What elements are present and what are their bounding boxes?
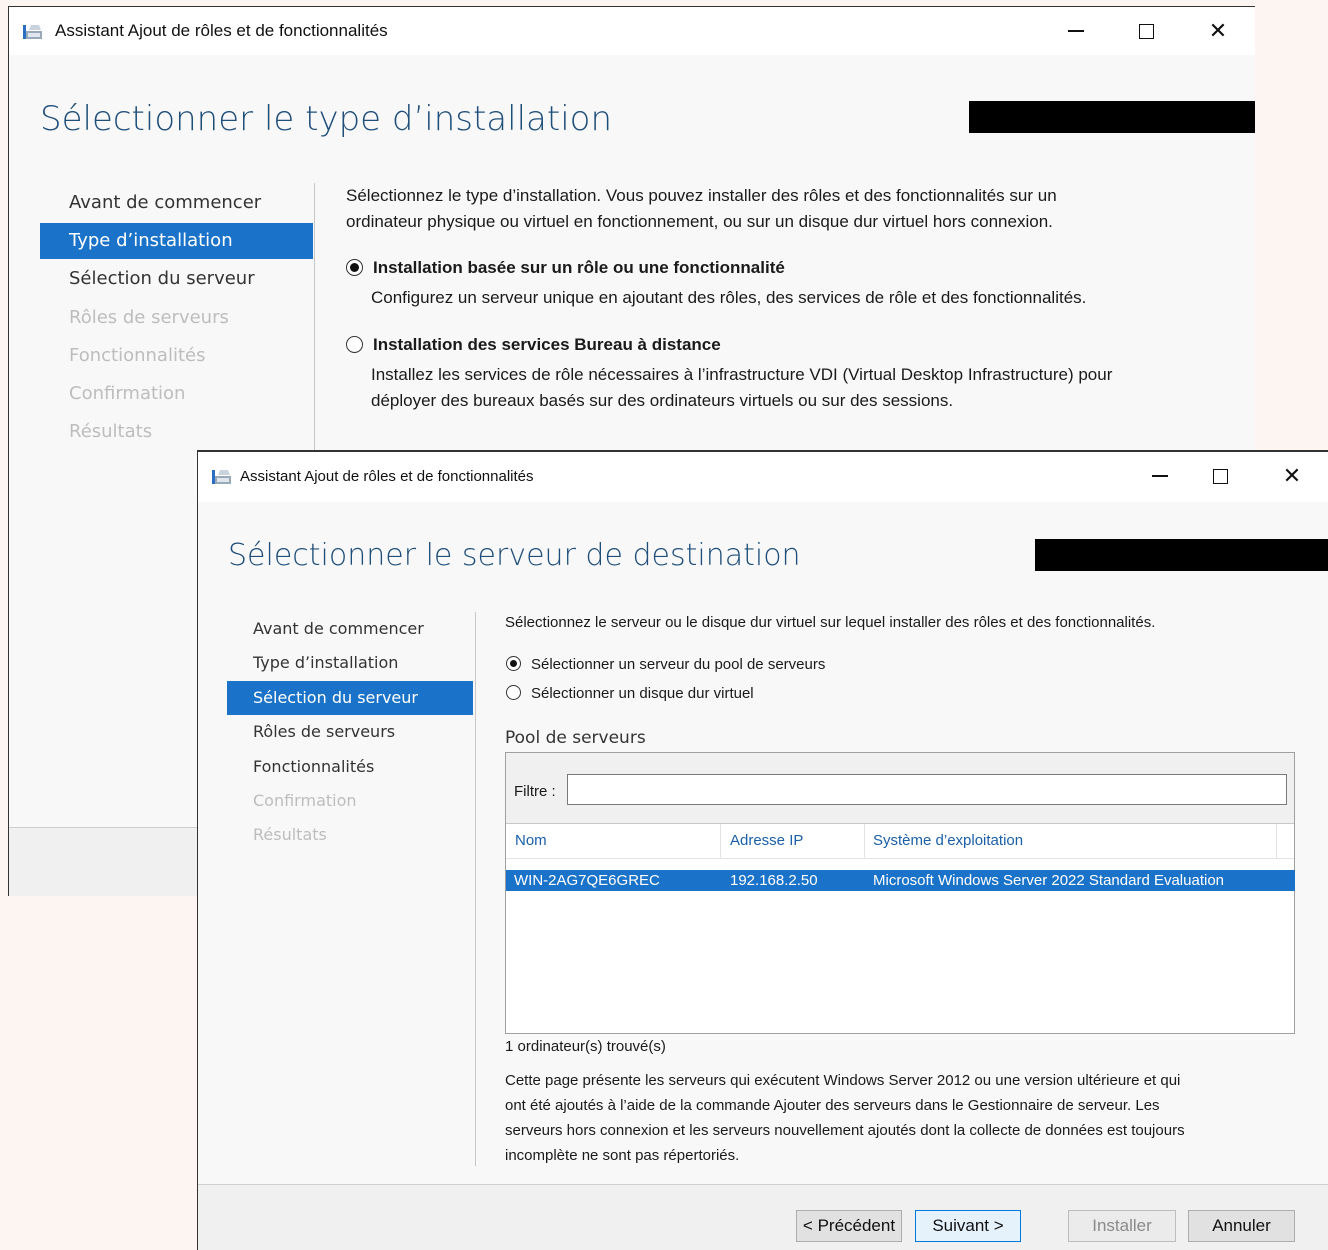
option-remote-desktop-label: Installation des services Bureau à dista… [373, 335, 721, 354]
cancel-button[interactable]: Annuler [1188, 1210, 1295, 1242]
option-remote-desktop-description: déployer des bureaux basés sur des ordin… [371, 391, 954, 410]
cell-server-name: WIN-2AG7QE6GREC [514, 872, 660, 889]
close-button[interactable]: ✕ [1184, 7, 1252, 55]
close-icon: ✕ [1208, 18, 1228, 44]
nav-divider [475, 612, 476, 1166]
redacted-server-name [1035, 539, 1328, 571]
radio-remote-desktop[interactable] [346, 335, 363, 353]
installation-type-content: Sélectionnez le type d’installation. Vou… [346, 183, 1226, 414]
title-bar: Assistant Ajout de rôles et de fonctionn… [198, 452, 1328, 502]
nav-item[interactable]: Type d’installation [40, 223, 313, 260]
intro-text: ordinateur physique ou virtuel en foncti… [346, 212, 1053, 231]
nav-item: Résultats [69, 421, 153, 443]
option-server-pool-label: Sélectionner un serveur du pool de serve… [531, 656, 826, 673]
minimize-button[interactable] [1126, 452, 1194, 500]
option-virtual-disk-label: Sélectionner un disque dur virtuel [531, 685, 754, 702]
title-bar: Assistant Ajout de rôles et de fonctionn… [9, 7, 1255, 55]
nav-item[interactable]: Sélection du serveur [40, 261, 313, 297]
info-note-line: incomplète ne sont pas répertoriés. [505, 1147, 740, 1164]
option-role-based-label: Installation basée sur un rôle ou une fo… [373, 258, 785, 277]
nav-item: Confirmation [69, 383, 186, 404]
filter-input[interactable] [567, 774, 1287, 805]
column-divider[interactable] [864, 824, 865, 858]
server-pool-panel: Filtre : Nom Adresse IP Système d’exploi… [505, 752, 1295, 1034]
maximize-button[interactable] [1186, 452, 1254, 500]
intro-text: Sélectionnez le serveur ou le disque dur… [505, 614, 1156, 631]
option-role-based[interactable]: Installation basée sur un rôle ou une fo… [346, 255, 1226, 281]
table-row[interactable]: WIN-2AG7QE6GREC 192.168.2.50 Microsoft W… [506, 870, 1295, 891]
nav-item[interactable]: Type d’installation [227, 646, 473, 680]
nav-item: Rôles de serveurs [69, 306, 229, 328]
option-server-pool[interactable]: Sélectionner un serveur du pool de serve… [506, 656, 825, 673]
column-header-os[interactable]: Système d’exploitation [873, 832, 1023, 849]
maximize-button[interactable] [1112, 7, 1180, 55]
cell-operating-system: Microsoft Windows Server 2022 Standard E… [873, 872, 1225, 889]
wizard-window-server-selection: Assistant Ajout de rôles et de fonctionn… [197, 450, 1328, 1250]
page-title: Sélectionner le serveur de destination [228, 538, 801, 573]
wizard-app-icon [212, 470, 231, 484]
maximize-icon [1212, 468, 1228, 484]
next-button[interactable]: Suivant > [915, 1210, 1021, 1242]
nav-item[interactable]: Avant de commencer [227, 612, 473, 646]
table-header: Nom Adresse IP Système d’exploitation [506, 824, 1294, 859]
intro-text: Sélectionnez le type d’installation. Vou… [346, 186, 1057, 205]
option-role-based-description: Configurez un serveur unique en ajoutant… [371, 288, 1087, 307]
radio-role-based[interactable] [346, 258, 363, 276]
option-remote-desktop-description: Installez les services de rôle nécessair… [371, 365, 1113, 384]
page-title: Sélectionner le type d’installation [40, 99, 612, 139]
column-divider[interactable] [720, 824, 721, 858]
previous-button[interactable]: < Précédent [796, 1210, 902, 1242]
close-button[interactable]: ✕ [1258, 452, 1326, 500]
result-count: 1 ordinateur(s) trouvé(s) [505, 1038, 666, 1055]
cell-ip-address: 192.168.2.50 [730, 872, 818, 889]
minimize-icon [1152, 475, 1168, 477]
column-header-ip[interactable]: Adresse IP [730, 832, 803, 849]
window-title: Assistant Ajout de rôles et de fonctionn… [55, 21, 388, 40]
maximize-icon [1138, 23, 1154, 39]
nav-item: Résultats [253, 825, 327, 845]
wizard-app-icon [23, 25, 42, 39]
option-virtual-disk[interactable]: Sélectionner un disque dur virtuel [506, 685, 754, 702]
minimize-button[interactable] [1042, 7, 1110, 55]
close-icon: ✕ [1282, 463, 1302, 489]
nav-item[interactable]: Sélection du serveur [227, 680, 473, 715]
radio-server-pool[interactable] [506, 656, 521, 672]
nav-item[interactable]: Rôles de serveurs [227, 715, 473, 749]
info-note-line: ont été ajoutés à l’aide de la commande … [505, 1097, 1160, 1114]
pool-label: Pool de serveurs [505, 728, 646, 748]
nav-item: Fonctionnalités [69, 344, 206, 366]
option-remote-desktop[interactable]: Installation des services Bureau à dista… [346, 332, 1226, 358]
nav-item[interactable]: Fonctionnalités [227, 750, 473, 784]
radio-virtual-disk[interactable] [506, 685, 521, 701]
install-button[interactable]: Installer [1068, 1210, 1176, 1242]
nav-item: Confirmation [253, 791, 357, 810]
info-note-line: Cette page présente les serveurs qui exé… [505, 1072, 1181, 1089]
column-header-name[interactable]: Nom [515, 832, 547, 849]
filter-label: Filtre : [514, 783, 556, 800]
redacted-server-name [969, 101, 1255, 133]
column-divider[interactable] [1276, 824, 1277, 858]
info-note-line: serveurs hors connexion et les serveurs … [505, 1122, 1185, 1139]
window-title: Assistant Ajout de rôles et de fonctionn… [240, 468, 534, 485]
nav-item[interactable]: Avant de commencer [40, 185, 313, 221]
info-note: Cette page présente les serveurs qui exé… [505, 1068, 1185, 1168]
filter-bar: Filtre : [506, 753, 1294, 824]
minimize-icon [1068, 30, 1084, 32]
nav-divider [314, 183, 315, 453]
